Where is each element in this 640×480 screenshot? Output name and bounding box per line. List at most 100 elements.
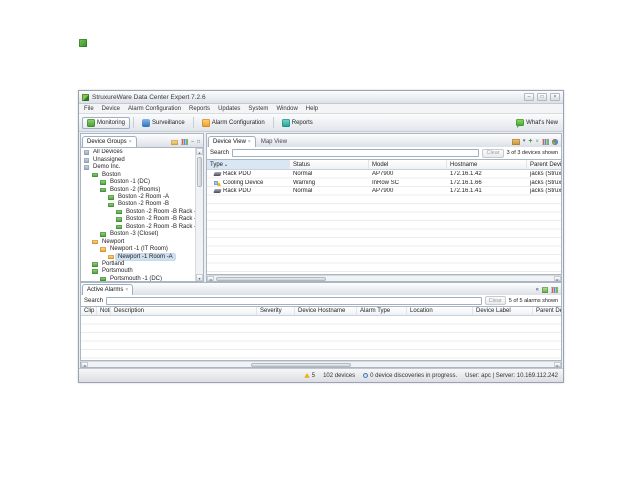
chevron-down-icon[interactable]: ▾ [523, 139, 526, 144]
menu-reports[interactable]: Reports [189, 106, 210, 112]
tab-active-alarms-label: Active Alarms [87, 287, 123, 293]
tree-item-boston-2-rooms[interactable]: Boston -2 (Rooms) [81, 186, 195, 193]
toolbar-button-alarm-configuration[interactable]: Alarm Configuration [197, 117, 270, 129]
tree-item-boston-2-room-b[interactable]: Boston -2 Room -B [81, 201, 195, 208]
toolbox-icon[interactable] [512, 139, 520, 145]
close-button[interactable]: × [550, 93, 560, 101]
tree-item-demo-inc[interactable]: Demo Inc. [81, 164, 195, 171]
bar-chart-icon[interactable] [181, 139, 188, 145]
column-header-label: Alarm Type [360, 308, 390, 314]
column-header-hostname[interactable]: Hostname [447, 160, 527, 169]
scrollbar-thumb[interactable] [197, 157, 202, 187]
close-tab-icon[interactable]: × [125, 288, 128, 293]
toolbar-button-surveillance[interactable]: Surveillance [137, 117, 190, 129]
tree-item-portsmouth-1-dc[interactable]: Portsmouth -1 (DC) [81, 275, 195, 281]
column-header-clip[interactable]: Clip [81, 307, 97, 315]
tree-item-boston[interactable]: Boston [81, 171, 195, 178]
menu-help[interactable]: Help [306, 106, 318, 112]
bar-chart-icon[interactable] [542, 139, 549, 145]
alarm-horizontal-scrollbar[interactable]: ◂ ▸ [80, 361, 562, 368]
maximize-panel-icon[interactable]: □ [197, 140, 200, 145]
column-header-status[interactable]: Status [290, 160, 369, 169]
tree-item-boston-2-room-b-rack-1[interactable]: Boston -2 Room -B Rack -1 [81, 209, 195, 216]
device-horizontal-scrollbar[interactable]: ◂ ▸ [206, 275, 562, 282]
rack-pdu-icon [213, 172, 221, 176]
column-header-model[interactable]: Model [369, 160, 447, 169]
column-header-parent-device[interactable]: Parent Device [533, 307, 561, 315]
alarm-search-row: Search Clear 5 of 5 alarms shown [80, 295, 562, 307]
column-header-alarm-type[interactable]: Alarm Type [357, 307, 407, 315]
rack-pdu-icon [213, 189, 221, 193]
status-session: User: apc | Server: 10.169.112.242 [465, 373, 558, 379]
device-clear-button[interactable]: Clear [482, 149, 503, 158]
add-device-icon[interactable]: + [528, 138, 532, 145]
device-row[interactable]: Rack PDUNormalAP7900172.16.1.41jacks (St… [207, 187, 561, 196]
tree-vertical-scrollbar[interactable]: ▴ ▾ [195, 148, 203, 281]
collapse-panel-icon[interactable]: « [536, 287, 539, 293]
device-hostname-cell: 172.16.1.41 [447, 188, 527, 194]
tree-item-portsmouth[interactable]: Portsmouth [81, 268, 195, 275]
scrollbar-thumb[interactable] [216, 277, 326, 281]
menu-file[interactable]: File [84, 106, 94, 112]
column-header-description[interactable]: Description [111, 307, 257, 315]
search-label: Search [210, 150, 229, 156]
minimize-panel-icon[interactable]: – [191, 140, 194, 145]
tree-item-unassigned[interactable]: Unassigned [81, 156, 195, 163]
close-tab-icon[interactable]: × [248, 140, 251, 145]
tree-item-boston-2-room-b-rack-3[interactable]: Boston -2 Room -B Rack -3 [81, 223, 195, 230]
tree-item-boston-1-dc[interactable]: Boston -1 (DC) [81, 179, 195, 186]
alarm-clear-button[interactable]: Clear [485, 296, 506, 305]
tab-device-groups[interactable]: Device Groups × [82, 136, 137, 147]
device-table-body: Rack PDUNormalAP7900172.16.1.42jacks (St… [207, 170, 561, 274]
tab-map-view[interactable]: Map View [257, 136, 291, 147]
close-tab-icon[interactable]: × [129, 140, 132, 145]
tree-item-boston-2-room-a[interactable]: Boston -2 Room -A [81, 194, 195, 201]
tab-device-view[interactable]: Device View × [208, 136, 256, 147]
column-header-device-label[interactable]: Device Label [473, 307, 533, 315]
menu-updates[interactable]: Updates [218, 106, 240, 112]
alarm-search-input[interactable] [106, 297, 482, 305]
tree-item-boston-3-closet[interactable]: Boston -3 (Closet) [81, 231, 195, 238]
column-header-parent-device[interactable]: Parent Device [527, 160, 561, 169]
active-alarms-panel-icons: « [536, 287, 560, 295]
pie-chart-icon[interactable] [552, 139, 558, 145]
scroll-up-icon[interactable]: ▴ [196, 148, 203, 155]
maximize-button[interactable]: □ [537, 93, 547, 101]
whats-new-button[interactable]: What's New [516, 119, 560, 126]
column-header-device-hostname[interactable]: Device Hostname [295, 307, 357, 315]
scroll-right-icon[interactable]: ▸ [554, 276, 561, 281]
column-header-severity[interactable]: Severity [257, 307, 295, 315]
title-bar[interactable]: StruxureWare Data Center Expert 7.2.6 – … [79, 91, 563, 104]
device-search-input[interactable] [232, 149, 479, 157]
scroll-right-icon[interactable]: ▸ [554, 362, 561, 367]
menu-system[interactable]: System [248, 106, 268, 112]
remove-device-icon[interactable]: × [535, 139, 539, 145]
toolbar-button-reports[interactable]: Reports [277, 117, 318, 129]
device-row[interactable]: Rack PDUNormalAP7900172.16.1.42jacks (St… [207, 170, 561, 179]
tree-item-portland[interactable]: Portland [81, 261, 195, 268]
scroll-left-icon[interactable]: ◂ [81, 362, 88, 367]
device-row[interactable]: Cooling DeviceWarningInRow SC172.16.1.66… [207, 179, 561, 188]
tree-item-newport-1-room-a[interactable]: Newport -1 Room -A [81, 253, 195, 260]
menu-window[interactable]: Window [276, 106, 297, 112]
menu-alarm-configuration[interactable]: Alarm Configuration [128, 106, 181, 112]
tree-item-all-devices[interactable]: All Devices [81, 149, 195, 156]
column-header-type[interactable]: Type▴ [207, 160, 290, 169]
minimize-button[interactable]: – [524, 93, 534, 101]
scroll-left-icon[interactable]: ◂ [207, 276, 214, 281]
column-header-location[interactable]: Location [407, 307, 473, 315]
tree-item-newport[interactable]: Newport [81, 238, 195, 245]
menu-device[interactable]: Device [102, 106, 120, 112]
column-header-notif[interactable]: Notif... [97, 307, 111, 315]
scrollbar-thumb[interactable] [251, 363, 351, 367]
bar-chart-icon[interactable] [551, 287, 558, 293]
scroll-down-icon[interactable]: ▾ [196, 274, 203, 281]
toolbar-button-monitoring[interactable]: Monitoring [82, 117, 130, 129]
tree-item-newport-1-it-room[interactable]: Newport -1 (IT Room) [81, 246, 195, 253]
tree-item-boston-2-room-b-rack-2[interactable]: Boston -2 Room -B Rack -2 [81, 216, 195, 223]
device-count-text: 3 of 3 devices shown [507, 150, 558, 156]
export-icon[interactable] [542, 287, 548, 293]
tab-active-alarms[interactable]: Active Alarms × [82, 284, 133, 295]
folder-icon[interactable] [171, 140, 178, 145]
status-bar: 5 102 devices 0 device discoveries in pr… [79, 368, 563, 382]
